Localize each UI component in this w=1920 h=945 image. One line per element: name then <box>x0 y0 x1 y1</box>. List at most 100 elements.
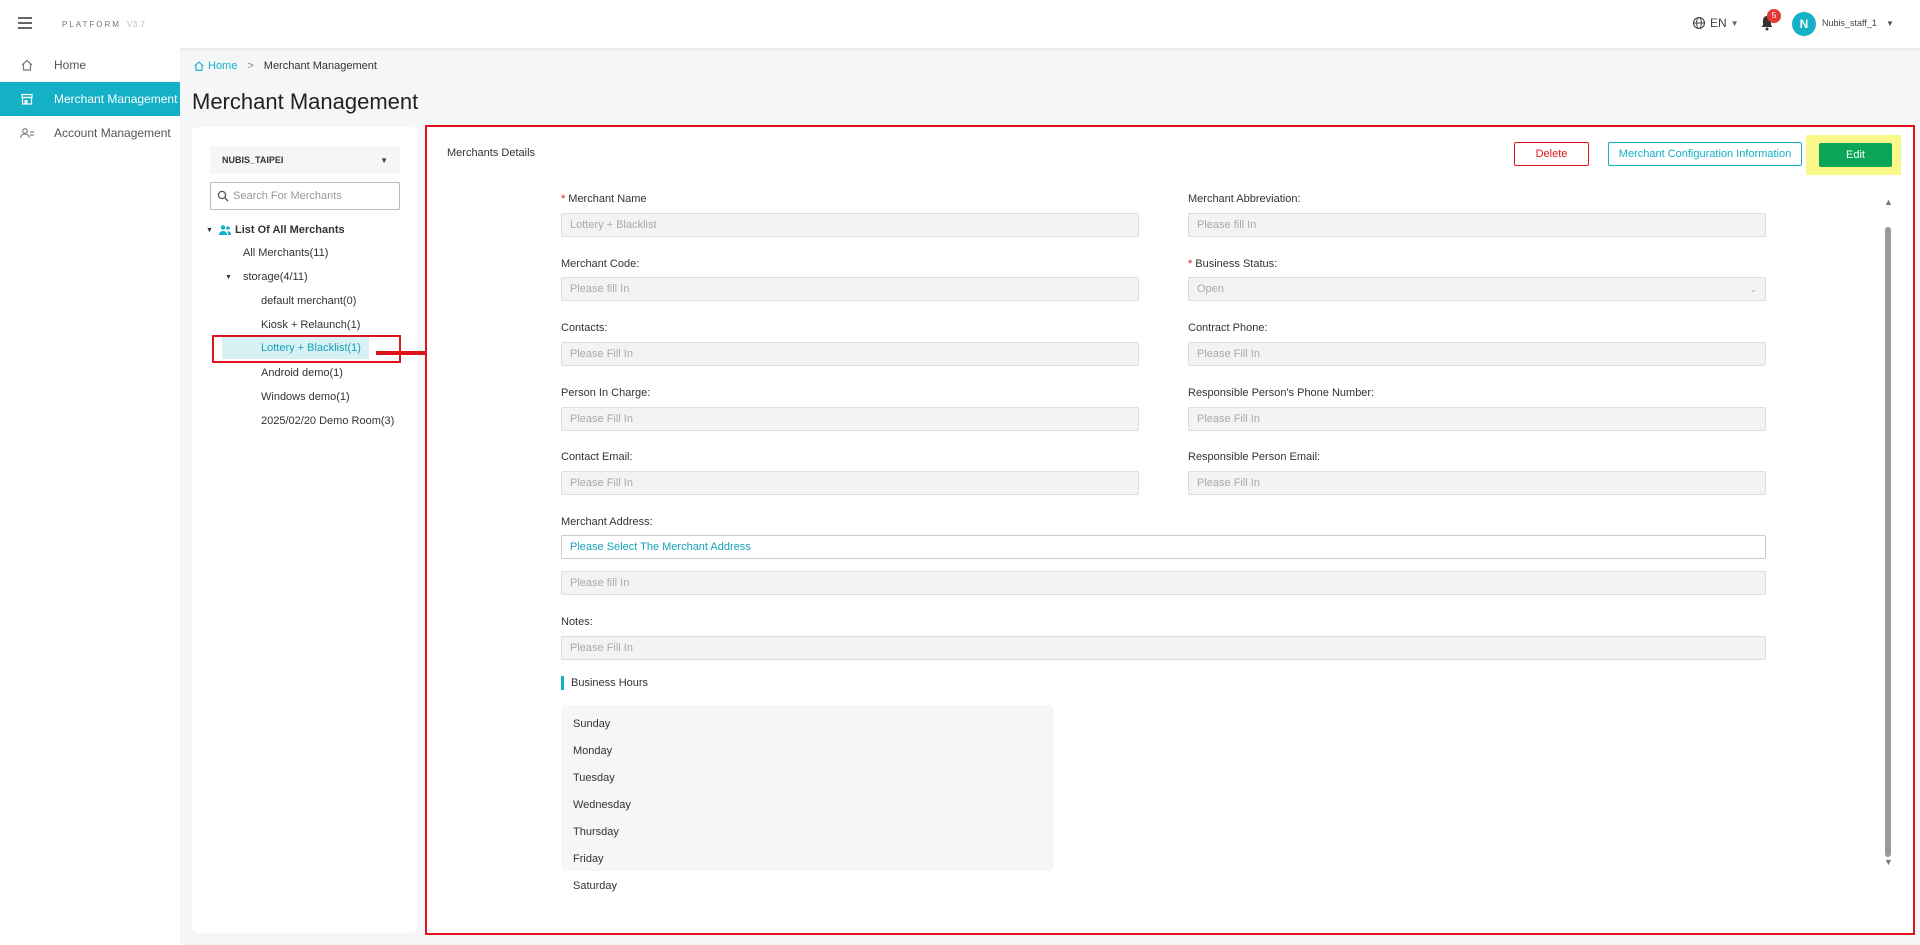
scrollbar-thumb[interactable] <box>1885 227 1891 857</box>
tenant-select[interactable]: NUBIS_TAIPEI ▼ <box>210 146 400 174</box>
day-item: Wednesday <box>573 799 631 811</box>
breadcrumb-home[interactable]: Home <box>193 60 237 72</box>
merchant-search-input[interactable] <box>233 190 393 202</box>
notification-badge: 5 <box>1767 9 1781 23</box>
field-label-text: Merchant Name <box>568 193 647 205</box>
day-item: Monday <box>573 745 613 757</box>
tree-node-label: 2025/02/20 Demo Room(3) <box>261 415 395 427</box>
contract-phone-label: Contract Phone: <box>1188 322 1268 334</box>
merchant-abbreviation-label: Merchant Abbreviation: <box>1188 193 1301 205</box>
language-label: EN <box>1710 16 1727 30</box>
business-hours-list: Sunday Monday Tuesday Wednesday Thursday… <box>561 705 1054 892</box>
merchant-search-box <box>210 182 400 210</box>
edit-button[interactable]: Edit <box>1819 143 1892 167</box>
merchant-address-detail-field[interactable]: Please fill In <box>561 571 1766 595</box>
merchant-address-select[interactable]: Please Select The Merchant Address <box>561 535 1766 559</box>
tree-node-label: Windows demo(1) <box>261 391 350 403</box>
tree-node-storage[interactable]: ▼ storage(4/11) <box>225 271 308 283</box>
avatar[interactable]: N <box>1792 12 1816 36</box>
delete-button[interactable]: Delete <box>1514 142 1589 166</box>
details-title: Merchants Details <box>447 147 536 159</box>
required-asterisk: * <box>1188 258 1193 270</box>
section-accent-bar <box>561 676 564 690</box>
merchant-abbreviation-field[interactable]: Please fill In <box>1188 213 1766 237</box>
chevron-down-icon: ▼ <box>380 155 388 165</box>
language-selector[interactable]: EN ▼ <box>1692 16 1739 30</box>
responsible-email-field[interactable]: Please Fill In <box>1188 471 1766 495</box>
tree-node-merchant[interactable]: 2025/02/20 Demo Room(3) <box>261 415 394 427</box>
tree-node-merchant[interactable]: Android demo(1) <box>261 367 343 379</box>
tree-root-label: List Of All Merchants <box>235 224 345 236</box>
expand-triangle-icon[interactable]: ▼ <box>225 274 237 281</box>
tree-node-label: Android demo(1) <box>261 367 343 379</box>
sidebar-item-label: Home <box>54 58 87 72</box>
app-logo: PLATFORM V3.7 <box>62 20 145 29</box>
tree-node-merchant[interactable]: default merchant(0) <box>261 295 356 307</box>
tree-node-merchant[interactable]: Windows demo(1) <box>261 391 350 403</box>
search-icon <box>217 190 229 202</box>
merchant-details-panel: Merchants Details Delete Merchant Config… <box>425 125 1915 935</box>
tree-node-label: storage(4/11) <box>243 271 308 283</box>
accounts-icon <box>19 128 34 139</box>
scroll-up-icon[interactable]: ▲ <box>1884 197 1893 207</box>
responsible-email-label: Responsible Person Email: <box>1188 451 1321 463</box>
username[interactable]: Nubis_staff_1 <box>1822 18 1877 28</box>
merchant-config-button[interactable]: Merchant Configuration Information <box>1608 142 1802 166</box>
sidebar-item-label: Merchant Management <box>54 92 178 106</box>
contract-phone-field[interactable]: Please Fill In <box>1188 342 1766 366</box>
breadcrumb-home-label: Home <box>208 60 238 72</box>
notes-label: Notes: <box>561 616 593 628</box>
merchant-name-field[interactable]: Lottery + Blacklist <box>561 213 1139 237</box>
business-status-value: Open <box>1197 283 1224 295</box>
contact-email-field[interactable]: Please Fill In <box>561 471 1139 495</box>
top-bar: PLATFORM V3.7 EN ▼ 5 N Nubis_staff_1 ▼ <box>0 0 1920 48</box>
tree-node-all-merchants[interactable]: All Merchants(11) <box>243 247 328 259</box>
business-hours-title: Business Hours <box>561 676 648 690</box>
day-item: Friday <box>573 853 604 865</box>
day-item: Tuesday <box>573 772 615 784</box>
merchant-code-label: Merchant Code: <box>561 258 640 270</box>
menu-icon[interactable] <box>18 17 32 29</box>
notes-field[interactable]: Please Fill In <box>561 636 1766 660</box>
tree-node-label: default merchant(0) <box>261 295 357 307</box>
business-status-select[interactable]: Open ⌄ <box>1188 277 1766 301</box>
contact-email-label: Contact Email: <box>561 451 633 463</box>
responsible-phone-label: Responsible Person's Phone Number: <box>1188 387 1375 399</box>
section-title-text: Business Hours <box>571 677 649 689</box>
breadcrumb: Home > Merchant Management <box>193 60 377 72</box>
users-icon <box>219 225 231 235</box>
merchant-name-label: * Merchant Name <box>561 193 647 205</box>
sidebar-item-merchant-management[interactable]: Merchant Management <box>0 82 180 116</box>
user-menu-caret-icon[interactable]: ▼ <box>1886 19 1894 28</box>
details-scrollbar[interactable]: ▲ ▼ <box>1882 197 1894 867</box>
sidebar-item-account-management[interactable]: Account Management <box>0 116 180 150</box>
merchant-code-field[interactable]: Please fill In <box>561 277 1139 301</box>
version-text: V3.7 <box>126 20 146 29</box>
tree-node-label: All Merchants(11) <box>243 247 329 259</box>
sidebar: Home Merchant Management Account Managem… <box>0 48 180 945</box>
day-item: Sunday <box>573 718 611 730</box>
breadcrumb-separator: > <box>247 60 254 72</box>
breadcrumb-current: Merchant Management <box>263 60 377 72</box>
scroll-down-icon[interactable]: ▼ <box>1884 857 1893 867</box>
merchant-address-label: Merchant Address: <box>561 516 653 528</box>
chevron-down-icon: ⌄ <box>1749 283 1757 294</box>
tree-node-label: Kiosk + Relaunch(1) <box>261 319 361 331</box>
day-item: Saturday <box>573 880 618 892</box>
chevron-down-icon: ▼ <box>1730 18 1739 28</box>
expand-triangle-icon[interactable]: ▼ <box>206 227 218 234</box>
sidebar-item-label: Account Management <box>54 126 171 140</box>
business-status-label: * Business Status: <box>1188 258 1277 270</box>
home-icon <box>21 59 33 71</box>
person-in-charge-field[interactable]: Please Fill In <box>561 407 1139 431</box>
tree-root-node[interactable]: ▼ List Of All Merchants <box>206 224 345 236</box>
contacts-label: Contacts: <box>561 322 608 334</box>
tree-node-merchant[interactable]: Kiosk + Relaunch(1) <box>261 319 360 331</box>
contacts-field[interactable]: Please Fill In <box>561 342 1139 366</box>
selection-highlight-box <box>212 335 401 363</box>
day-item: Thursday <box>573 826 619 838</box>
responsible-phone-field[interactable]: Please Fill In <box>1188 407 1766 431</box>
sidebar-item-home[interactable]: Home <box>0 48 180 82</box>
person-in-charge-label: Person In Charge: <box>561 387 651 399</box>
required-asterisk: * <box>561 193 566 205</box>
